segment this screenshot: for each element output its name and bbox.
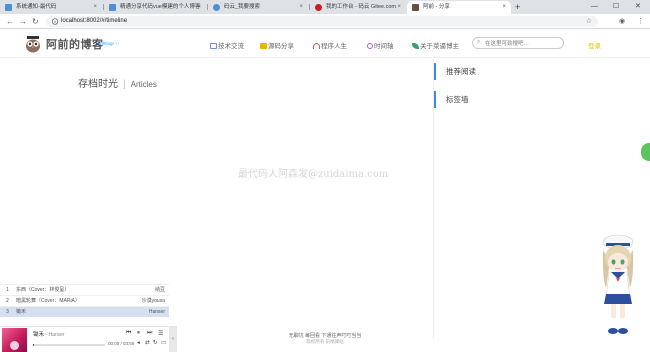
- anime-mascot-image[interactable]: [596, 232, 640, 338]
- login-link[interactable]: 登录: [588, 40, 601, 50]
- progress-fill: [33, 344, 35, 346]
- nav-label: 源码分享: [268, 43, 294, 50]
- close-tab-icon[interactable]: ×: [299, 1, 303, 14]
- close-window-button[interactable]: ✕: [635, 0, 641, 14]
- nav-label: 程序人生: [321, 43, 347, 50]
- tab-label: 码云_我要搜索: [224, 4, 261, 10]
- music-player: 锄禾 - Hanser ⏮ ⏸ ⏭ ☰ 00:00 / 03:55 ◂ ⇄ ↻ …: [0, 326, 169, 352]
- clock-icon: [367, 43, 373, 49]
- browser-toolbar: ← → ↻ localhost:8002/#/timeline ☆ ◉ ⋮: [0, 14, 650, 29]
- nav-label: 技术交流: [218, 43, 244, 50]
- owl-logo-icon[interactable]: [24, 35, 42, 53]
- nav-label: 关于菜逼博主: [420, 43, 459, 50]
- sidebar-recommend[interactable]: 推荐阅读: [434, 63, 476, 80]
- repeat-icon[interactable]: ⇄: [145, 340, 150, 346]
- track-number: 3: [6, 309, 9, 315]
- browser-tab-4[interactable]: 我的工作台 - 码云 Gitee.com ×: [310, 1, 406, 14]
- minimize-button[interactable]: —: [591, 0, 598, 14]
- nav-item-about[interactable]: 关于菜逼博主: [412, 40, 459, 50]
- site-title[interactable]: 阿前的博客: [46, 36, 104, 52]
- reload-button[interactable]: ↻: [32, 14, 39, 29]
- browser-tab-strip: 系统通知-最代码 × 精通分享代码vue模建的个人博客 × 码云_我要搜索 × …: [0, 0, 650, 14]
- tab-favicon-icon: [5, 4, 12, 11]
- nav-item-tech[interactable]: 技术交流: [210, 40, 244, 50]
- code-icon: [210, 43, 217, 49]
- footer-copyright: 版权所有 前端驿站: [306, 339, 344, 344]
- title-separator: |: [123, 79, 126, 90]
- search-box[interactable]: ⌕: [472, 37, 564, 49]
- tab-label: 我的工作台 - 码云 Gitee.com: [326, 4, 396, 10]
- folder-icon: [260, 43, 267, 49]
- side-float-button[interactable]: [641, 143, 650, 161]
- close-tab-icon[interactable]: ×: [197, 1, 201, 14]
- maximize-button[interactable]: ☐: [613, 0, 619, 14]
- playlist-item-active[interactable]: 3 锄禾 Hanser: [0, 306, 169, 317]
- profile-icon[interactable]: ◉: [619, 14, 625, 29]
- tab-label: 阿前 - 分享: [423, 4, 450, 10]
- tab-favicon-icon: [109, 4, 116, 11]
- close-tab-icon[interactable]: ×: [502, 1, 506, 14]
- forward-button[interactable]: →: [19, 14, 27, 29]
- play-overlay-icon[interactable]: [10, 341, 19, 350]
- volume-icon[interactable]: ◂: [137, 340, 140, 346]
- browser-tab-3[interactable]: 码云_我要搜索 ×: [208, 1, 308, 14]
- playlist-item[interactable]: 2 暗黑轮舞（Cover：MARiA） 沙漠yousa: [0, 295, 169, 306]
- watermark: 最代码人阿森发@zuidaima.com: [238, 169, 389, 180]
- progress-bar[interactable]: [33, 344, 105, 346]
- menu-kebab-icon[interactable]: ⋮: [637, 14, 644, 29]
- archive-heading: 存档时光 | Articles: [78, 75, 157, 90]
- new-tab-button[interactable]: +: [515, 0, 520, 14]
- tab-label: 系统通知-最代码: [16, 4, 57, 10]
- tab-label: 精通分享代码vue模建的个人博客: [120, 4, 201, 10]
- player-collapse-button[interactable]: ‹: [169, 326, 177, 352]
- site-footer: 无聊坑 每回看 下通往声叮叮当当 版权所有 前端驿站: [240, 333, 410, 345]
- playlist-item[interactable]: 1 东西（Cover：林俊呈） 纳豆: [0, 284, 169, 295]
- info-icon[interactable]: [52, 18, 58, 25]
- song-artist: - Hanser: [44, 332, 65, 338]
- music-playlist: 1 东西（Cover：林俊呈） 纳豆 2 暗黑轮舞（Cover：MARiA） 沙…: [0, 284, 169, 326]
- playlist-menu-icon[interactable]: ☰: [158, 330, 163, 337]
- now-playing: 锄禾 - Hanser: [33, 330, 65, 338]
- address-bar[interactable]: localhost:8002/#/timeline ☆: [46, 16, 598, 27]
- browser-tab-1[interactable]: 系统通知-最代码 ×: [0, 1, 102, 14]
- time-display: 00:00 / 03:55: [108, 341, 135, 346]
- owl-favicon-icon: [412, 4, 419, 11]
- nav-label: 时间轴: [374, 43, 394, 50]
- lyrics-icon[interactable]: ▭: [161, 340, 166, 346]
- search-input[interactable]: [485, 39, 559, 48]
- sidebar-tags[interactable]: 标签墙: [434, 91, 469, 108]
- bookmark-star-icon[interactable]: ☆: [586, 16, 592, 27]
- song-title: 锄禾: [33, 332, 45, 338]
- site-header: 阿前的博客 fighting! ↑↑ 技术交流 源码分享 程序人生 时间轴 关于…: [0, 30, 650, 58]
- back-button[interactable]: ←: [6, 14, 14, 29]
- archive-subtitle: Articles: [130, 80, 157, 89]
- gitee-favicon-icon: [315, 4, 322, 11]
- url-text: localhost:8002/#/timeline: [61, 18, 128, 24]
- search-icon: ⌕: [477, 39, 481, 45]
- loop-icon[interactable]: ↻: [153, 340, 158, 346]
- album-cover[interactable]: [2, 328, 27, 352]
- nav-item-timeline[interactable]: 时间轴: [367, 40, 394, 50]
- prev-track-icon[interactable]: ⏮: [126, 330, 131, 337]
- headphones-icon: [313, 43, 320, 49]
- next-track-icon[interactable]: ⏭: [147, 330, 152, 337]
- close-tab-icon[interactable]: ×: [93, 1, 97, 14]
- site-motto: fighting! ↑↑: [98, 41, 120, 46]
- pause-icon[interactable]: ⏸: [137, 330, 140, 337]
- nav-item-life[interactable]: 程序人生: [313, 40, 347, 50]
- close-tab-icon[interactable]: ×: [397, 1, 401, 14]
- archive-title: 存档时光: [78, 79, 118, 90]
- tab-favicon-icon: [213, 4, 220, 11]
- browser-tab-2[interactable]: 精通分享代码vue模建的个人博客 ×: [104, 1, 206, 14]
- leaf-icon: [412, 43, 419, 49]
- track-artist: Hanser: [148, 309, 165, 315]
- browser-tab-5-active[interactable]: 阿前 - 分享 ×: [407, 1, 511, 14]
- nav-item-source[interactable]: 源码分享: [260, 40, 294, 50]
- track-title: 锄禾: [16, 309, 27, 315]
